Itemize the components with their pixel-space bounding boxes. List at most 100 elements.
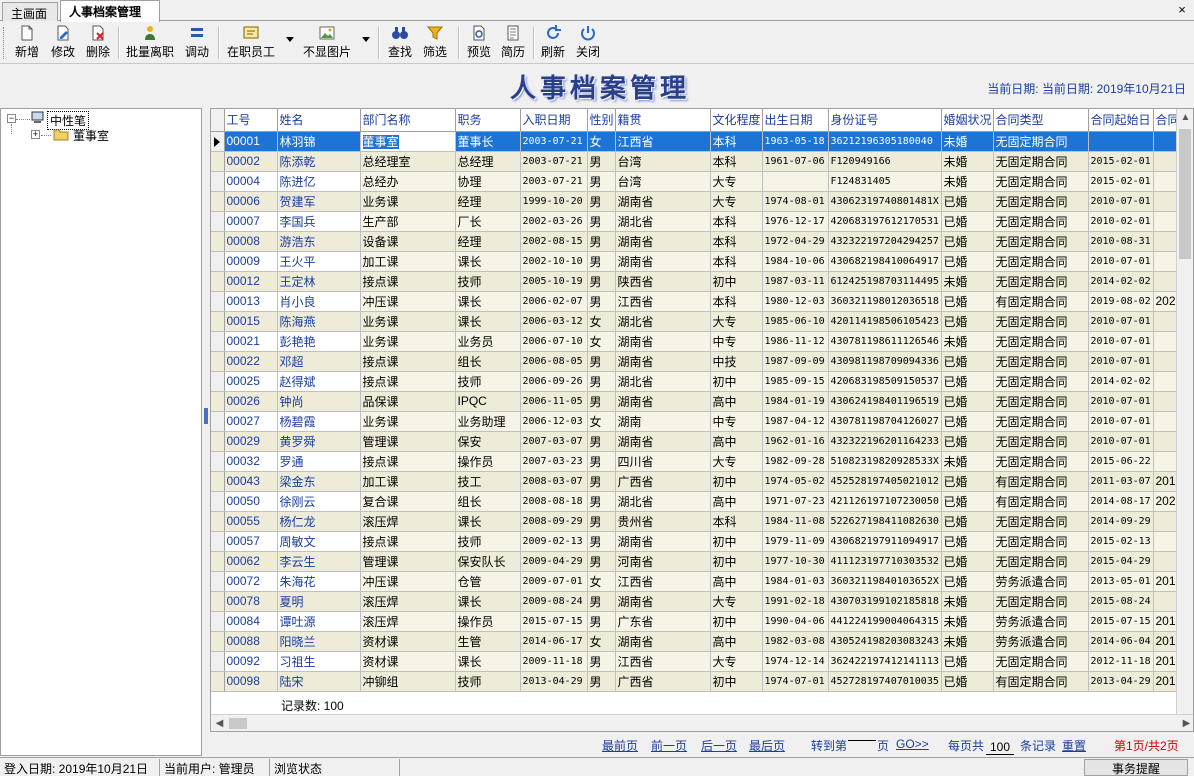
table-cell[interactable]: 2007-03-07: [520, 431, 588, 452]
table-cell[interactable]: 00072: [224, 571, 278, 592]
table-cell[interactable]: 1974-12-14: [762, 651, 829, 672]
table-cell[interactable]: 业务课: [360, 311, 456, 332]
table-cell[interactable]: 台湾: [615, 151, 711, 172]
table-row[interactable]: 00029 黄罗舜 管理课 保安 2007-03-07 男湖南省 高中 1962-01-16 4…: [211, 431, 1184, 452]
table-cell[interactable]: 2014-08-17: [1088, 491, 1154, 512]
table-cell[interactable]: 无固定期合同: [993, 331, 1089, 352]
table-cell[interactable]: 大专: [710, 171, 763, 192]
table-cell[interactable]: 女: [587, 571, 616, 592]
row-indicator[interactable]: [211, 291, 225, 312]
table-cell[interactable]: 初中: [710, 611, 763, 632]
table-cell[interactable]: 徐刚云: [277, 491, 361, 512]
table-cell[interactable]: 女: [587, 411, 616, 432]
table-cell[interactable]: 2006-08-05: [520, 351, 588, 372]
splitter-handle[interactable]: [204, 408, 208, 424]
next-page-link[interactable]: 后一页: [701, 737, 737, 754]
table-cell[interactable]: 1984-11-08: [762, 511, 829, 532]
table-cell[interactable]: 湖南省: [615, 531, 711, 552]
table-cell[interactable]: 湖北省: [615, 491, 711, 512]
table-row[interactable]: 00025 赵得斌 接点课 技师 2006-09-26 男湖北省 初中 1985-09-15 4…: [211, 371, 1184, 392]
row-indicator[interactable]: [211, 411, 225, 432]
table-cell[interactable]: 总经理室: [360, 151, 456, 172]
table-cell[interactable]: 已婚: [941, 551, 994, 572]
table-cell[interactable]: 2015-08-24: [1088, 591, 1154, 612]
table-cell[interactable]: 未婚: [941, 151, 994, 172]
table-cell[interactable]: 00012: [224, 271, 278, 292]
table-cell[interactable]: 2006-12-03: [520, 411, 588, 432]
table-cell[interactable]: 湖南省: [615, 431, 711, 452]
table-row[interactable]: 00092 习祖生 资材课 课长 2009-11-18 男江西省 大专 1974-12-14 3…: [211, 651, 1184, 672]
table-cell[interactable]: 00001: [224, 131, 278, 152]
table-cell[interactable]: 无固定期合同: [993, 391, 1089, 412]
table-cell[interactable]: 本科: [710, 291, 763, 312]
table-cell[interactable]: 技工: [455, 471, 521, 492]
table-cell[interactable]: 00025: [224, 371, 278, 392]
table-cell[interactable]: 430624198401196519: [828, 391, 942, 412]
table-cell[interactable]: 1985-06-10: [762, 311, 829, 332]
table-cell[interactable]: 2010-07-01: [1088, 311, 1154, 332]
table-cell[interactable]: 有固定期合同: [993, 491, 1089, 512]
table-row[interactable]: 00006 贺建军 业务课 经理 1999-10-20 男湖南省 大专 1974-08-01 4…: [211, 191, 1184, 212]
table-cell[interactable]: 男: [587, 371, 616, 392]
table-cell[interactable]: 业务助理: [455, 411, 521, 432]
table-cell[interactable]: 未婚: [941, 611, 994, 632]
first-page-link[interactable]: 最前页: [602, 737, 638, 754]
table-cell[interactable]: 2010-02-01: [1088, 211, 1154, 232]
table-cell[interactable]: 00098: [224, 671, 278, 692]
table-cell[interactable]: 高中: [710, 391, 763, 412]
table-cell[interactable]: 阳晓兰: [277, 631, 361, 652]
table-cell[interactable]: 初中: [710, 271, 763, 292]
table-cell[interactable]: 高中: [710, 571, 763, 592]
table-cell[interactable]: 湖南省: [615, 391, 711, 412]
table-cell[interactable]: 本科: [710, 251, 763, 272]
table-row[interactable]: 00027 杨碧霞 业务课 业务助理 2006-12-03 女湖南 中专 1987-04-12…: [211, 411, 1184, 432]
table-cell[interactable]: 1974-07-01: [762, 671, 829, 692]
table-cell[interactable]: 2010-07-01: [1088, 251, 1154, 272]
toolbar-grip[interactable]: [3, 27, 6, 59]
table-cell[interactable]: 2014-06-17: [520, 631, 588, 652]
table-cell[interactable]: 无固定期合同: [993, 531, 1089, 552]
table-cell[interactable]: 谭吐源: [277, 611, 361, 632]
table-cell[interactable]: 441224199004064315: [828, 611, 942, 632]
table-cell[interactable]: 男: [587, 231, 616, 252]
tab-hr-records[interactable]: 人事档案管理: [60, 0, 160, 22]
table-cell[interactable]: 男: [587, 211, 616, 232]
table-cell[interactable]: 无固定期合同: [993, 311, 1089, 332]
table-cell[interactable]: 陆宋: [277, 671, 361, 692]
table-cell[interactable]: 有固定期合同: [993, 291, 1089, 312]
filter-button[interactable]: 筛选: [420, 24, 450, 62]
row-indicator[interactable]: [211, 471, 225, 492]
last-page-link[interactable]: 最后页: [749, 737, 785, 754]
table-cell[interactable]: 2006-03-12: [520, 311, 588, 332]
table-cell[interactable]: 总经办: [360, 171, 456, 192]
table-cell[interactable]: 高中: [710, 431, 763, 452]
table-cell[interactable]: 2013-04-29: [520, 671, 588, 692]
table-cell[interactable]: 王火平: [277, 251, 361, 272]
table-cell[interactable]: 课长: [455, 251, 521, 272]
table-cell[interactable]: 2008-09-29: [520, 511, 588, 532]
table-cell[interactable]: 董事室: [360, 131, 456, 152]
table-cell[interactable]: 总经理: [455, 151, 521, 172]
hide-images-button[interactable]: 不显图片: [300, 24, 354, 62]
scroll-left-icon[interactable]: ◀: [211, 715, 228, 731]
prev-page-link[interactable]: 前一页: [651, 737, 687, 754]
table-row[interactable]: 00050 徐刚云 复合课 组长 2008-08-18 男湖北省 高中 1971-07-23 4…: [211, 491, 1184, 512]
table-cell[interactable]: 1974-08-01: [762, 191, 829, 212]
table-cell[interactable]: 00029: [224, 431, 278, 452]
table-cell[interactable]: 无固定期合同: [993, 171, 1089, 192]
table-cell[interactable]: 2010-07-01: [1088, 331, 1154, 352]
row-indicator[interactable]: [211, 491, 225, 512]
table-cell[interactable]: 男: [587, 271, 616, 292]
table-cell[interactable]: 经理: [455, 191, 521, 212]
table-cell[interactable]: 陈添乾: [277, 151, 361, 172]
table-cell[interactable]: 2015-07-15: [520, 611, 588, 632]
table-cell[interactable]: 李国兵: [277, 211, 361, 232]
find-button[interactable]: 查找: [385, 24, 415, 62]
close-button[interactable]: 关闭: [573, 24, 603, 62]
table-cell[interactable]: 杨仁龙: [277, 511, 361, 532]
table-cell[interactable]: 仓管: [455, 571, 521, 592]
table-cell[interactable]: 邓超: [277, 351, 361, 372]
table-cell[interactable]: 2006-11-05: [520, 391, 588, 412]
table-cell[interactable]: 无固定期合同: [993, 431, 1089, 452]
table-cell[interactable]: 2002-08-15: [520, 231, 588, 252]
